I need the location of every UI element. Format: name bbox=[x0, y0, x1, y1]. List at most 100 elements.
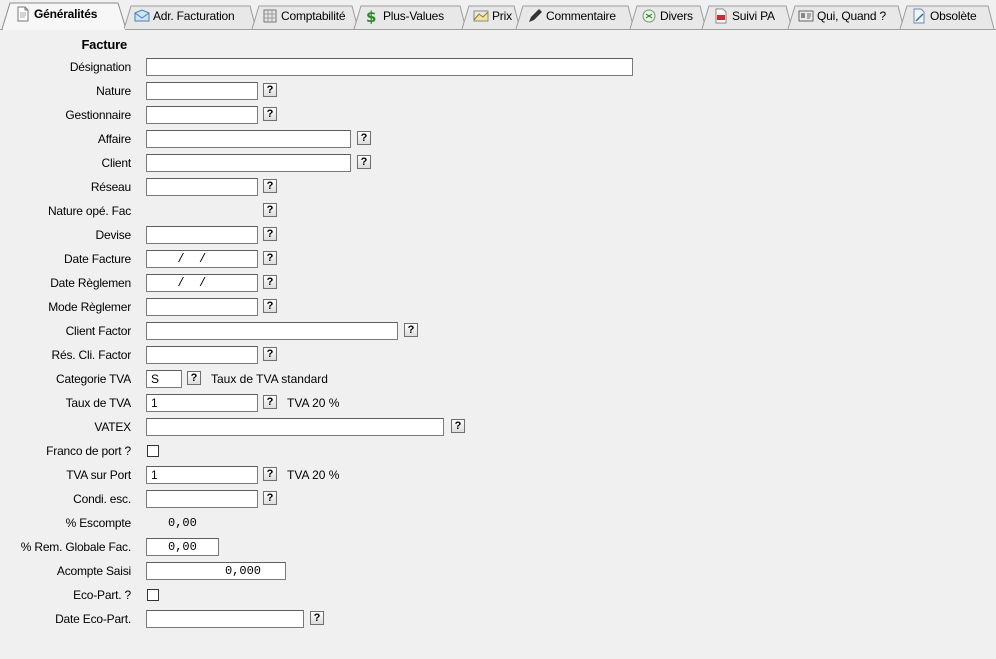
taux-tva-description: TVA 20 % bbox=[287, 396, 340, 410]
tva-port-lookup-button[interactable]: ? bbox=[263, 467, 277, 481]
res-cli-factor-field[interactable] bbox=[146, 346, 258, 364]
res-cli-factor-label: Rés. Cli. Factor bbox=[51, 348, 132, 362]
nature-lookup-button[interactable]: ? bbox=[263, 83, 277, 97]
price-icon bbox=[473, 8, 489, 24]
tab-comptabilite[interactable]: Comptabilité bbox=[262, 5, 346, 27]
tab-plus-values[interactable]: $ Plus-Values bbox=[364, 5, 444, 27]
date-reglement-field[interactable]: / / bbox=[146, 274, 258, 292]
affaire-lookup-button[interactable]: ? bbox=[357, 131, 371, 145]
devise-field[interactable] bbox=[146, 226, 258, 244]
client-factor-lookup-button[interactable]: ? bbox=[404, 323, 418, 337]
affaire-field[interactable] bbox=[146, 130, 351, 148]
escompte-value: 0,00 bbox=[168, 516, 197, 530]
tab-suivi-pa[interactable]: Suivi PA bbox=[713, 5, 775, 27]
categorie-tva-field[interactable]: S bbox=[146, 370, 182, 388]
reseau-field[interactable] bbox=[146, 178, 258, 196]
vatex-label: VATEX bbox=[94, 420, 131, 434]
condi-esc-lookup-button[interactable]: ? bbox=[263, 491, 277, 505]
tva-port-description: TVA 20 % bbox=[287, 468, 340, 482]
date-facture-calendar-button[interactable]: ? bbox=[263, 251, 277, 265]
acompte-label: Acompte Saisi bbox=[56, 564, 131, 578]
devise-label: Devise bbox=[95, 228, 132, 242]
mode-reglement-lookup-button[interactable]: ? bbox=[263, 299, 277, 313]
reseau-lookup-button[interactable]: ? bbox=[263, 179, 277, 193]
franco-port-label: Franco de port ? bbox=[46, 444, 131, 458]
tab-divers[interactable]: Divers bbox=[641, 5, 693, 27]
date-eco-part-field[interactable] bbox=[146, 610, 304, 628]
franco-port-checkbox[interactable] bbox=[147, 445, 159, 457]
obsolete-icon bbox=[911, 8, 927, 24]
gestionnaire-field[interactable] bbox=[146, 106, 258, 124]
tab-qui-quand[interactable]: Qui, Quand ? bbox=[798, 5, 886, 27]
document-icon bbox=[15, 6, 31, 22]
vatex-field[interactable] bbox=[146, 418, 444, 436]
nature-ope-fac-lookup-button[interactable]: ? bbox=[263, 203, 277, 217]
tva-port-label: TVA sur Port bbox=[66, 468, 131, 482]
client-label: Client bbox=[101, 156, 132, 170]
reseau-label: Réseau bbox=[90, 180, 131, 194]
tab-label: Obsolète bbox=[930, 9, 977, 23]
svg-text:$: $ bbox=[366, 8, 376, 24]
dollar-icon: $ bbox=[364, 8, 380, 26]
tab-commentaire[interactable]: Commentaire bbox=[527, 5, 616, 27]
tab-label: Suivi PA bbox=[732, 9, 775, 23]
mode-reglement-field[interactable] bbox=[146, 298, 258, 316]
designation-field[interactable] bbox=[146, 58, 633, 76]
taux-tva-field[interactable]: 1 bbox=[146, 394, 258, 412]
eco-part-label: Eco-Part. ? bbox=[73, 588, 131, 602]
nature-field[interactable] bbox=[146, 82, 258, 100]
gestionnaire-lookup-button[interactable]: ? bbox=[263, 107, 277, 121]
date-facture-label: Date Facture bbox=[64, 252, 131, 266]
pdf-icon bbox=[713, 8, 729, 24]
tab-label: Prix bbox=[492, 9, 512, 23]
pencil-icon bbox=[527, 8, 543, 24]
mode-reglement-label: Mode Règlemer bbox=[48, 300, 131, 314]
tab-label: Qui, Quand ? bbox=[817, 9, 886, 23]
affaire-label: Affaire bbox=[97, 132, 131, 146]
tab-strip: Généralités Adr. Facturation Comptabilit… bbox=[0, 0, 996, 30]
section-title: Facture bbox=[81, 37, 127, 52]
taux-tva-label: Taux de TVA bbox=[65, 396, 132, 410]
vatex-lookup-button[interactable]: ? bbox=[451, 419, 465, 433]
tab-generalites[interactable]: Généralités bbox=[15, 3, 97, 25]
gestionnaire-label: Gestionnaire bbox=[65, 108, 131, 122]
tab-label: Généralités bbox=[34, 7, 98, 21]
res-cli-factor-lookup-button[interactable]: ? bbox=[263, 347, 277, 361]
devise-lookup-button[interactable]: ? bbox=[263, 227, 277, 241]
condi-esc-field[interactable] bbox=[146, 490, 258, 508]
tva-port-field[interactable]: 1 bbox=[146, 466, 258, 484]
date-eco-part-label: Date Eco-Part. bbox=[55, 612, 131, 626]
envelope-icon bbox=[134, 8, 150, 24]
nature-label: Nature bbox=[96, 84, 131, 98]
client-lookup-button[interactable]: ? bbox=[357, 155, 371, 169]
date-facture-field[interactable]: / / bbox=[146, 250, 258, 268]
designation-label: Désignation bbox=[69, 60, 131, 74]
tab-label: Commentaire bbox=[546, 9, 616, 23]
tab-obsolete[interactable]: Obsolète bbox=[911, 5, 977, 27]
date-reglement-calendar-button[interactable]: ? bbox=[263, 275, 277, 289]
rem-globale-field[interactable]: 0,00 bbox=[146, 538, 219, 556]
tab-label: Divers bbox=[660, 9, 693, 23]
escompte-label: % Escompte bbox=[65, 516, 132, 530]
tab-adr-facturation[interactable]: Adr. Facturation bbox=[134, 5, 235, 27]
rem-globale-label: % Rem. Globale Fac. bbox=[20, 540, 131, 554]
client-factor-label: Client Factor bbox=[65, 324, 132, 338]
ledger-icon bbox=[262, 8, 278, 24]
id-card-icon bbox=[798, 8, 814, 24]
categorie-tva-description: Taux de TVA standard bbox=[211, 372, 328, 386]
categorie-tva-label: Categorie TVA bbox=[56, 372, 131, 386]
client-factor-field[interactable] bbox=[146, 322, 398, 340]
categorie-tva-lookup-button[interactable]: ? bbox=[187, 371, 201, 385]
misc-icon bbox=[641, 8, 657, 24]
tab-label: Comptabilité bbox=[281, 9, 346, 23]
eco-part-checkbox[interactable] bbox=[147, 589, 159, 601]
acompte-field[interactable]: 0,000 bbox=[146, 562, 286, 580]
client-field[interactable] bbox=[146, 154, 351, 172]
tab-label: Adr. Facturation bbox=[153, 9, 235, 23]
taux-tva-lookup-button[interactable]: ? bbox=[263, 395, 277, 409]
date-eco-part-lookup-button[interactable]: ? bbox=[310, 611, 324, 625]
tab-label: Plus-Values bbox=[383, 9, 444, 23]
nature-ope-fac-label: Nature opé. Fac bbox=[47, 204, 131, 218]
tab-prix[interactable]: Prix bbox=[473, 5, 512, 27]
date-reglement-label: Date Règlemen bbox=[50, 276, 131, 290]
